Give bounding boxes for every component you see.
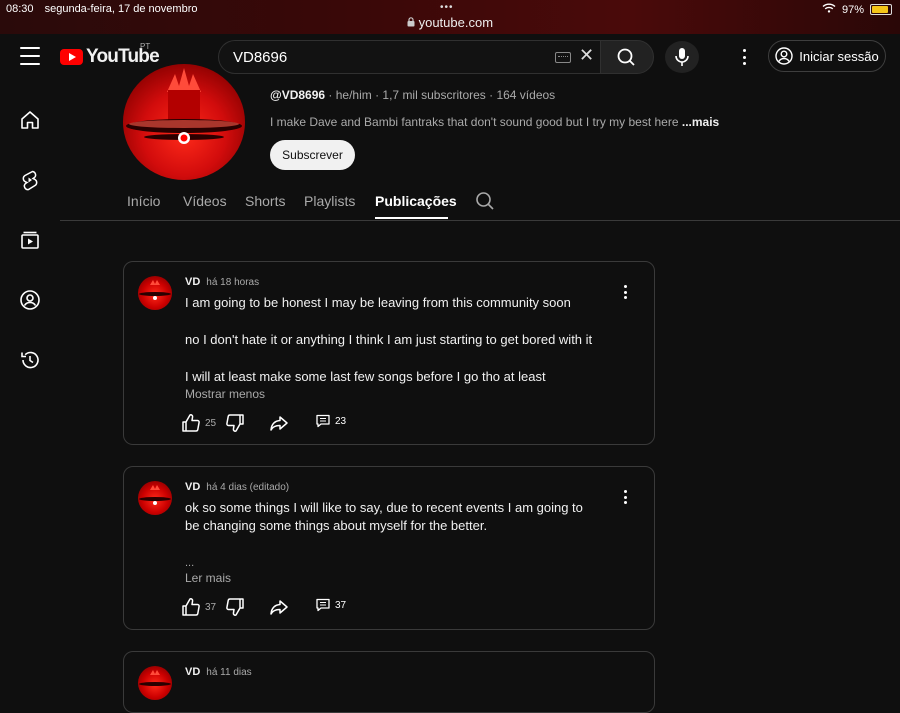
- thumbs-down-icon: [226, 414, 244, 432]
- like-button[interactable]: 25: [181, 413, 216, 433]
- channel-meta: @VD8696 · he/him · 1,7 mil subscritores …: [270, 88, 555, 102]
- browser-dots[interactable]: •••: [440, 2, 454, 13]
- comment-count: 37: [335, 599, 347, 611]
- country-code: PT: [140, 42, 151, 51]
- post-author[interactable]: VD: [185, 276, 200, 288]
- post-time[interactable]: há 4 dias (editado): [206, 482, 289, 493]
- post-author-avatar[interactable]: [138, 481, 172, 515]
- description-more-link[interactable]: ...mais: [682, 115, 719, 129]
- status-bar: 08:30 segunda-feira, 17 de novembro ••• …: [0, 0, 900, 34]
- community-post: VD há 18 horas I am going to be honest I …: [123, 261, 655, 445]
- signin-button[interactable]: Iniciar sessão: [768, 40, 886, 72]
- post-meta: VD há 18 horas: [185, 276, 259, 288]
- search-input[interactable]: VD8696 ✕: [218, 40, 601, 74]
- account-icon: [775, 47, 793, 65]
- post-actions: 25 23: [181, 413, 481, 435]
- shorts-icon[interactable]: [18, 168, 42, 192]
- battery-level: [872, 6, 888, 13]
- keyboard-icon[interactable]: [555, 52, 571, 63]
- signin-label: Iniciar sessão: [799, 48, 879, 64]
- comments-button[interactable]: 23: [315, 413, 346, 429]
- post-author[interactable]: VD: [185, 481, 200, 493]
- post-text-line: I will at least make some last few songs…: [185, 369, 546, 384]
- channel-tabs: Início Vídeos Shorts Playlists Publicaçõ…: [60, 186, 900, 221]
- comments-button[interactable]: 37: [315, 597, 346, 613]
- lock-icon: [407, 15, 419, 30]
- youtube-logo[interactable]: YouTube PT: [60, 42, 160, 68]
- menu-icon[interactable]: [20, 47, 40, 65]
- share-button[interactable]: [269, 413, 289, 433]
- share-button[interactable]: [269, 597, 289, 617]
- tab-posts[interactable]: Publicações: [375, 193, 457, 209]
- post-time[interactable]: há 18 horas: [206, 277, 259, 288]
- avatar-art: [126, 68, 242, 144]
- voice-search-button[interactable]: [665, 41, 699, 73]
- tab-videos[interactable]: Vídeos: [183, 193, 227, 209]
- wifi-icon: [822, 3, 836, 16]
- comment-icon: [316, 598, 330, 612]
- post-author[interactable]: VD: [185, 666, 200, 678]
- masthead: YouTube PT VD8696 ✕ Iniciar sessão: [0, 34, 900, 80]
- search-query: VD8696: [233, 49, 288, 66]
- battery-icon: [870, 4, 892, 15]
- youtube-play-icon: [60, 49, 83, 65]
- battery-percent: 97%: [841, 3, 864, 16]
- post-meta: VD há 11 dias: [185, 666, 252, 678]
- search-button[interactable]: [600, 40, 654, 74]
- you-icon[interactable]: [18, 288, 42, 312]
- tab-shorts[interactable]: Shorts: [245, 193, 285, 209]
- community-post: VD há 4 dias (editado) ok so some things …: [123, 466, 655, 630]
- community-post: VD há 11 dias: [123, 651, 655, 713]
- url-text: youtube.com: [418, 15, 494, 30]
- post-time[interactable]: há 11 dias: [206, 667, 251, 678]
- post-text-line: be changing some things about myself for…: [185, 518, 488, 533]
- history-icon[interactable]: [18, 348, 42, 372]
- clear-search-icon[interactable]: ✕: [579, 45, 594, 66]
- description-text: I make Dave and Bambi fantraks that don'…: [270, 115, 682, 129]
- more-options-icon[interactable]: [742, 49, 746, 65]
- post-text-line: I am going to be honest I may be leaving…: [185, 295, 571, 310]
- post-meta: VD há 4 dias (editado): [185, 481, 289, 493]
- channel-search-icon[interactable]: [475, 191, 495, 216]
- show-less-link[interactable]: Mostrar menos: [185, 387, 265, 401]
- thumbs-up-icon: [182, 414, 200, 432]
- share-icon: [270, 416, 288, 431]
- like-button[interactable]: 37: [181, 597, 216, 617]
- dislike-button[interactable]: [225, 597, 245, 617]
- post-author-avatar[interactable]: [138, 276, 172, 310]
- search-icon: [617, 48, 635, 66]
- post-menu-icon[interactable]: [623, 285, 627, 299]
- channel-description[interactable]: I make Dave and Bambi fantraks that don'…: [270, 115, 719, 129]
- channel-avatar[interactable]: [123, 64, 245, 180]
- thumbs-down-icon: [226, 598, 244, 616]
- comment-count: 23: [335, 415, 347, 427]
- truncation-ellipsis: ...: [185, 557, 195, 569]
- channel-stats: · he/him · 1,7 mil subscritores · 164 ví…: [325, 88, 556, 102]
- read-more-link[interactable]: Ler mais: [185, 571, 231, 585]
- channel-handle: @VD8696: [270, 88, 326, 102]
- home-icon[interactable]: [18, 108, 42, 132]
- share-icon: [270, 600, 288, 615]
- status-date: segunda-feira, 17 de novembro: [44, 3, 198, 15]
- address-bar[interactable]: youtube.com: [0, 15, 900, 30]
- comment-icon: [316, 414, 330, 428]
- like-count: 37: [205, 601, 217, 613]
- post-text-line: ok so some things I will like to say, du…: [185, 500, 583, 515]
- like-count: 25: [205, 417, 217, 429]
- subscriptions-icon[interactable]: [18, 228, 42, 252]
- dislike-button[interactable]: [225, 413, 245, 433]
- tab-home[interactable]: Início: [127, 193, 160, 209]
- mic-icon: [675, 48, 689, 66]
- post-author-avatar[interactable]: [138, 666, 172, 700]
- tab-playlists[interactable]: Playlists: [304, 193, 355, 209]
- active-tab-indicator: [375, 217, 448, 219]
- post-text-line: no I don't hate it or anything I think I…: [185, 332, 593, 347]
- post-actions: 37 37: [181, 597, 481, 619]
- status-time: 08:30: [6, 3, 34, 15]
- subscribe-button[interactable]: Subscrever: [270, 140, 355, 170]
- thumbs-up-icon: [182, 598, 200, 616]
- post-menu-icon[interactable]: [623, 490, 627, 504]
